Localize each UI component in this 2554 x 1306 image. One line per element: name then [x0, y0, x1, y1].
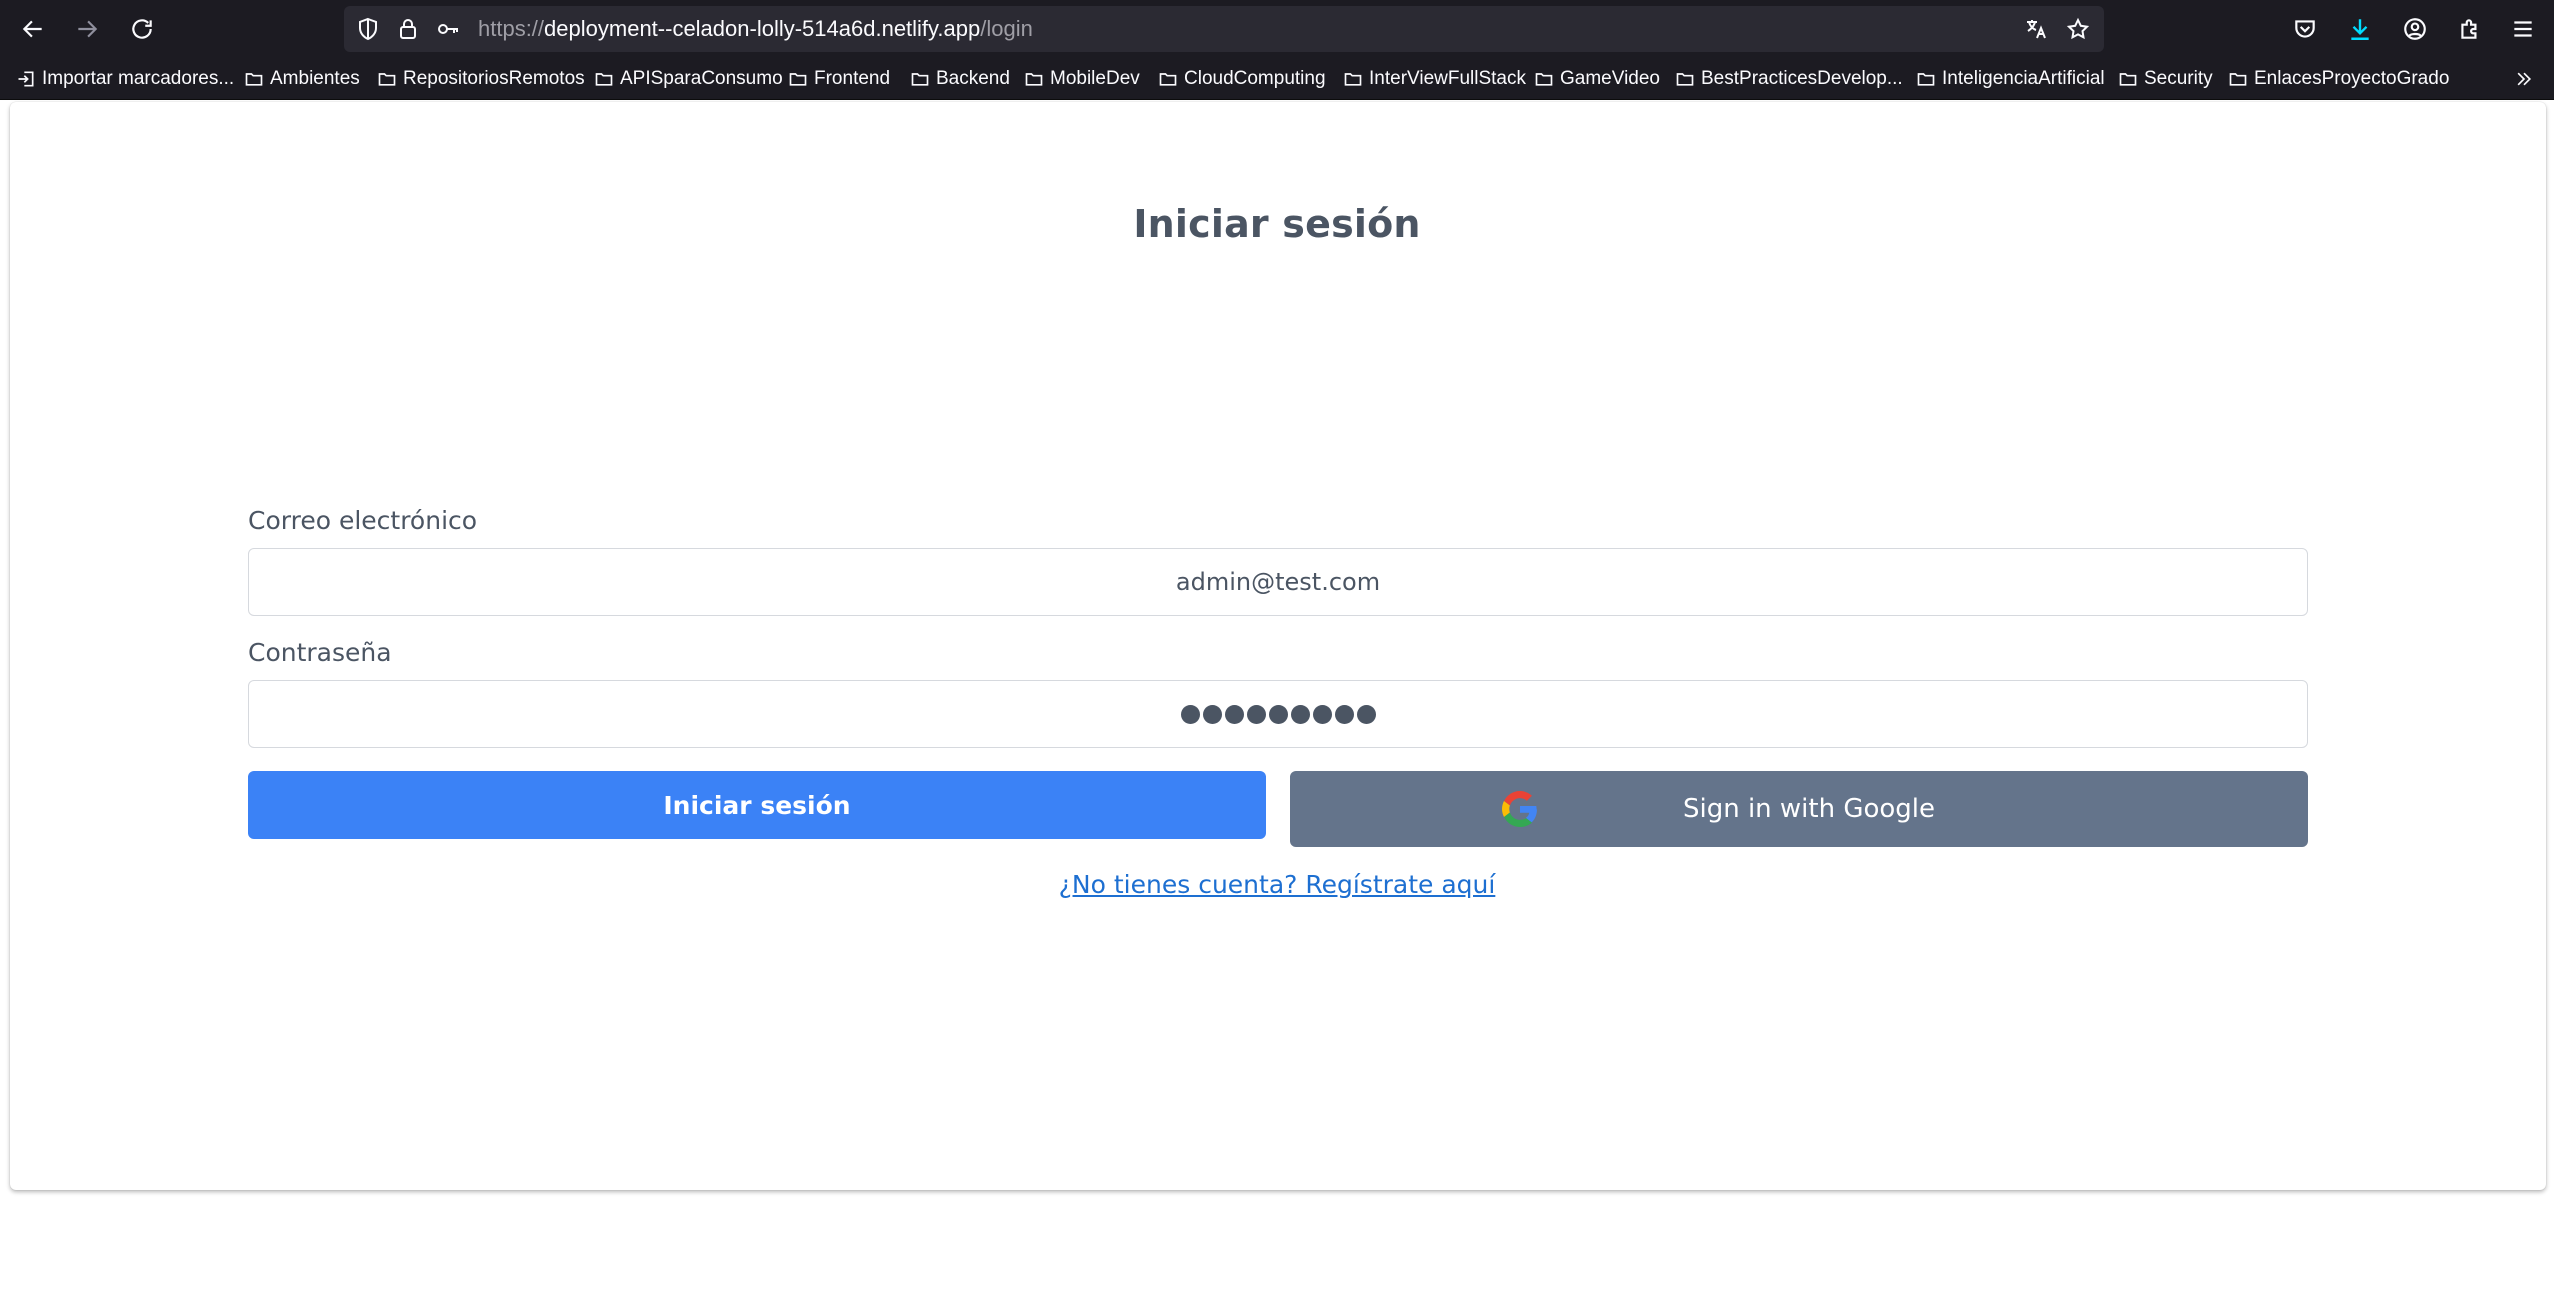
email-field-container	[248, 548, 2308, 616]
bookmark-label: InteligenciaArtificial	[1942, 68, 2105, 89]
email-label: Correo electrónico	[248, 506, 478, 535]
password-dot	[1312, 704, 1332, 724]
bookmark-folder[interactable]: APISparaConsumo	[594, 66, 783, 92]
bookmark-folder[interactable]: RepositoriosRemotos	[377, 66, 585, 92]
bookmark-import[interactable]: Importar marcadores...	[16, 66, 234, 92]
password-dot	[1290, 704, 1310, 724]
bookmark-label: EnlacesProyectoGrado	[2254, 68, 2450, 89]
password-dot	[1356, 704, 1376, 724]
folder-icon	[789, 73, 807, 86]
url-text[interactable]: https://deployment--celadon-lolly-514a6d…	[478, 17, 1033, 41]
folder-icon	[911, 73, 929, 86]
bookmark-folder[interactable]: Ambientes	[244, 66, 360, 92]
google-signin-button[interactable]: Sign in with Google	[1290, 771, 2308, 847]
url-host: deployment--celadon-lolly-514a6d.netlify…	[544, 16, 981, 41]
download-icon	[2351, 19, 2369, 40]
bookmark-label: RepositoriosRemotos	[403, 68, 585, 89]
pocket-button[interactable]	[2285, 9, 2325, 49]
folder-icon	[2119, 73, 2137, 86]
account-button[interactable]	[2395, 9, 2435, 49]
folder-icon	[595, 73, 613, 86]
login-button[interactable]: Iniciar sesión	[248, 771, 1266, 839]
bookmark-folder[interactable]: EnlacesProyectoGrado	[2228, 66, 2449, 92]
password-dot	[1246, 704, 1266, 724]
back-button[interactable]	[13, 9, 53, 49]
bookmark-label: Importar marcadores...	[42, 68, 235, 89]
email-field[interactable]	[249, 549, 2307, 615]
bookmark-folder[interactable]: CloudComputing	[1158, 66, 1326, 92]
arrow-left-icon	[22, 20, 42, 38]
shield-icon[interactable]	[356, 17, 380, 41]
extensions-button[interactable]	[2450, 9, 2490, 49]
bookmark-label: Frontend	[814, 68, 891, 89]
browser-toolbar: https://deployment--celadon-lolly-514a6d…	[0, 0, 2554, 58]
reload-button[interactable]	[122, 9, 162, 49]
folder-icon	[1676, 73, 1694, 86]
folder-icon	[1344, 73, 1362, 86]
folder-icon	[1159, 73, 1177, 86]
folder-icon	[1917, 73, 1935, 86]
bookmark-label: InterViewFullStack	[1369, 68, 1526, 89]
bookmark-label: APISparaConsumo	[620, 68, 783, 89]
downloads-button[interactable]	[2340, 9, 2380, 49]
bookmark-label: Ambientes	[270, 68, 360, 89]
bookmark-folder[interactable]: GameVideo	[1534, 66, 1660, 92]
lock-icon[interactable]	[396, 17, 420, 41]
bookmark-folder[interactable]: Backend	[910, 66, 1010, 92]
page-title: Iniciar sesión	[1133, 202, 1421, 246]
bookmark-folder[interactable]: BestPracticesDevelop...	[1675, 66, 1903, 92]
bookmark-folder[interactable]: MobileDev	[1024, 66, 1140, 92]
url-path: /login	[980, 16, 1033, 41]
folder-icon	[2229, 73, 2247, 86]
bookmarks-toolbar: Importar marcadores... Ambientes Reposit…	[0, 58, 2554, 100]
menu-button[interactable]	[2503, 9, 2543, 49]
bookmark-folder[interactable]: Frontend	[788, 66, 890, 92]
password-dot	[1202, 704, 1222, 724]
bookmark-label: BestPracticesDevelop...	[1701, 68, 1903, 89]
bookmark-label: Security	[2144, 68, 2213, 89]
chevron-double-right-icon	[2517, 72, 2532, 86]
folder-icon	[378, 73, 396, 86]
url-bar[interactable]: https://deployment--celadon-lolly-514a6d…	[344, 6, 2104, 52]
bookmark-label: MobileDev	[1050, 68, 1140, 89]
folder-icon	[1025, 73, 1043, 86]
password-label: Contraseña	[248, 638, 392, 667]
bookmark-label: Backend	[936, 68, 1010, 89]
translate-icon[interactable]	[2024, 17, 2048, 41]
puzzle-icon	[2461, 19, 2477, 39]
pocket-icon	[2295, 20, 2315, 38]
account-icon	[2404, 18, 2426, 40]
folder-icon	[245, 73, 263, 86]
bookmark-folder[interactable]: InterViewFullStack	[1343, 66, 1526, 92]
bookmark-folder[interactable]: InteligenciaArtificial	[1916, 66, 2105, 92]
register-link[interactable]: ¿No tienes cuenta? Regístrate aquí	[0, 870, 2554, 899]
password-dot	[1224, 704, 1244, 724]
google-signin-label: Sign in with Google	[1682, 794, 1936, 824]
bookmark-label: CloudComputing	[1184, 68, 1326, 89]
password-dot	[1268, 704, 1288, 724]
import-icon	[18, 71, 34, 87]
key-icon[interactable]	[436, 17, 460, 41]
folder-icon	[1535, 73, 1553, 86]
bookmark-label: GameVideo	[1560, 68, 1660, 89]
password-dot	[1180, 704, 1200, 724]
forward-button[interactable]	[67, 9, 107, 49]
bookmark-folder[interactable]: Security	[2118, 66, 2213, 92]
url-scheme: https://	[478, 16, 545, 41]
password-dot	[1334, 704, 1354, 724]
star-icon[interactable]	[2066, 17, 2090, 41]
hamburger-icon	[2514, 21, 2532, 37]
password-field[interactable]	[248, 680, 2308, 748]
password-mask	[1180, 704, 1376, 724]
bookmarks-overflow-button[interactable]	[2514, 66, 2540, 92]
reload-icon	[132, 19, 152, 39]
arrow-right-icon	[78, 20, 98, 38]
